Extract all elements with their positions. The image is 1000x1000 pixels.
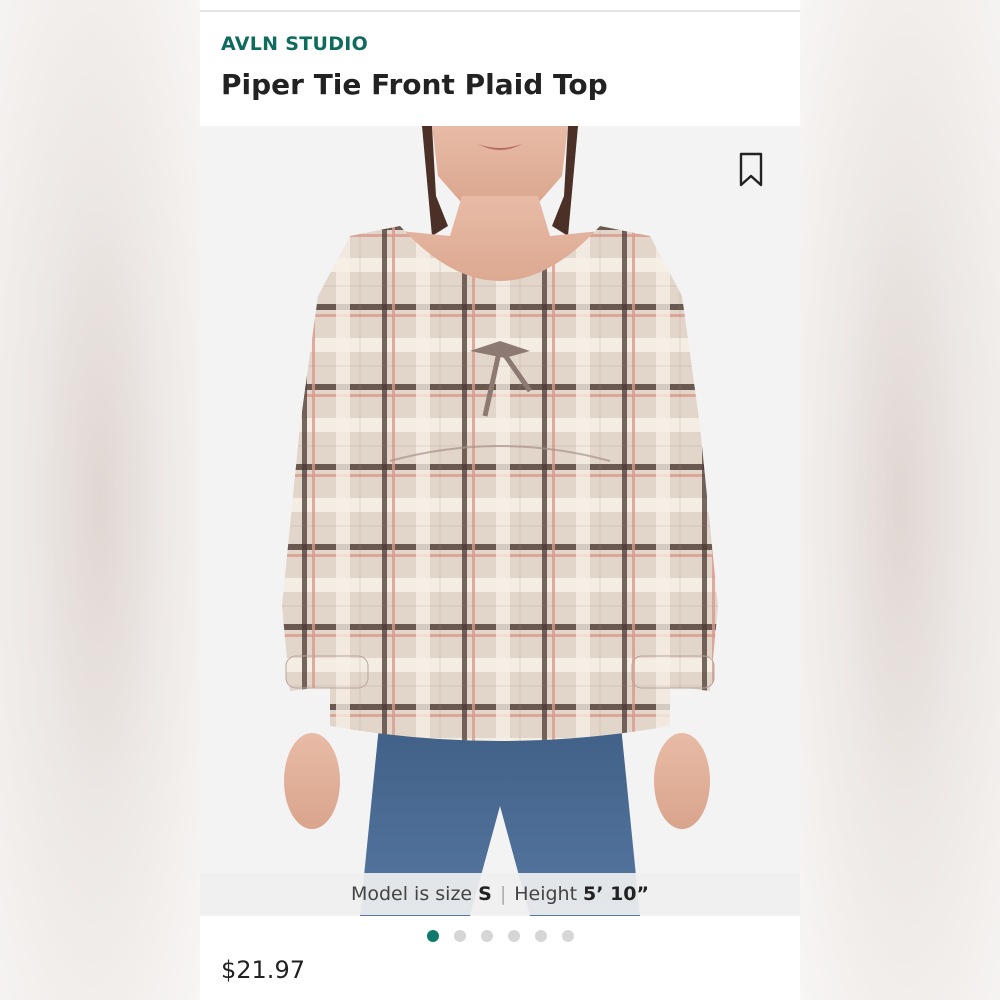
carousel-dot-5[interactable] xyxy=(534,930,547,942)
model-size-value: S xyxy=(478,883,492,905)
product-image[interactable] xyxy=(200,126,800,916)
background-right xyxy=(800,0,1000,1000)
brand-name[interactable]: AVLN STUDIO xyxy=(221,33,368,55)
carousel-dot-3[interactable] xyxy=(480,930,493,942)
carousel-dot-2[interactable] xyxy=(453,930,466,942)
model-info-bar: Model is size S | Height 5’ 10” xyxy=(200,873,800,915)
carousel-dot-4[interactable] xyxy=(507,930,520,942)
model-size-label: Model is size xyxy=(350,883,473,905)
model-height-value: 5’ 10” xyxy=(583,883,650,905)
product-card: AVLN STUDIO Piper Tie Front Plaid Top Mo… xyxy=(200,0,800,1000)
price: $21.97 xyxy=(221,956,305,984)
carousel-indicator xyxy=(200,928,800,944)
carousel-dot-1[interactable] xyxy=(426,930,439,942)
background-left xyxy=(0,0,200,1000)
bookmark-icon[interactable] xyxy=(738,152,764,188)
model-height-label: Height xyxy=(514,883,578,905)
carousel-dot-6[interactable] xyxy=(561,930,574,942)
divider xyxy=(200,10,800,12)
separator: | xyxy=(499,883,507,905)
product-title: Piper Tie Front Plaid Top xyxy=(221,68,608,101)
